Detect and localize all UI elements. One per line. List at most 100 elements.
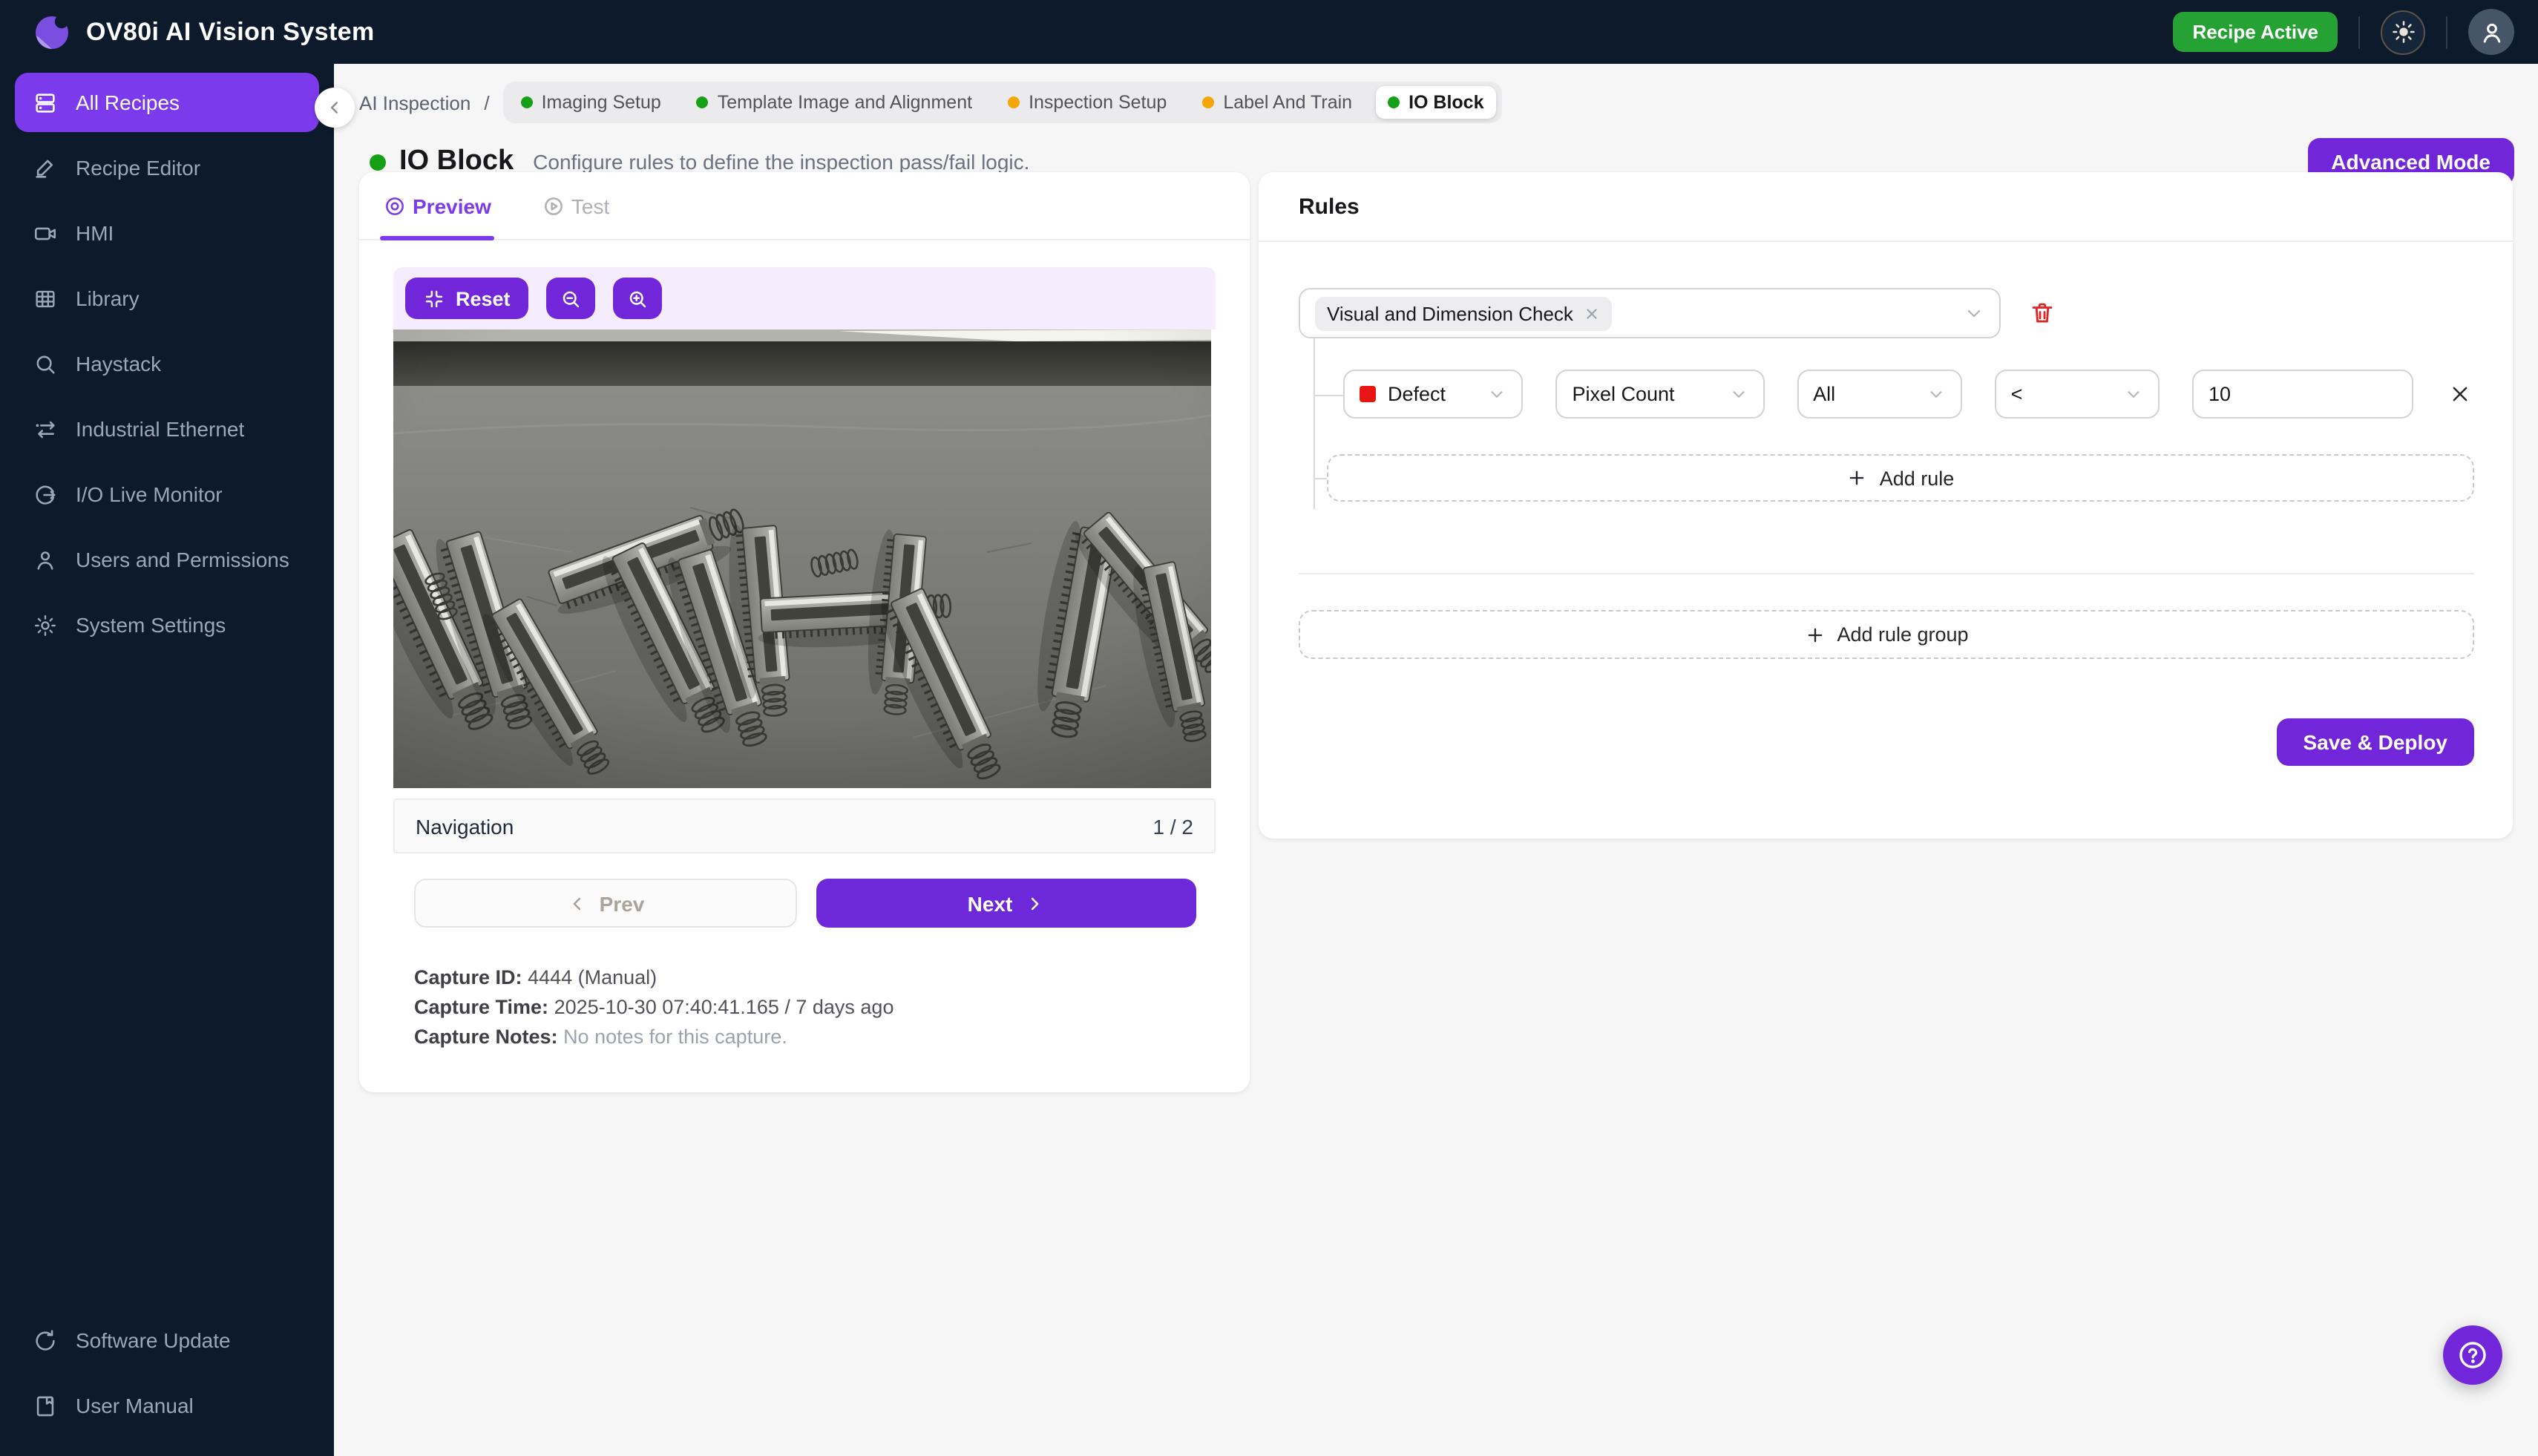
add-group-wrap: Add rule group [1299,610,2474,659]
delete-group-button[interactable] [2029,300,2056,327]
status-dot-orange [1008,96,1020,108]
capture-id-value: 4444 (Manual) [528,966,657,988]
next-label: Next [968,891,1013,915]
remove-rule-button[interactable] [2446,380,2474,408]
zoom-in-icon [626,287,649,309]
tab-label: Test [571,194,609,217]
preview-panel: Preview Test [359,172,1250,1092]
pager: Prev Next [414,879,1196,928]
rule-metric-select[interactable]: Pixel Count [1555,370,1764,419]
preview-scan-icon [383,194,407,217]
prev-label: Prev [600,891,645,915]
pencil-icon [33,155,58,180]
breadcrumb-root[interactable]: AI Inspection [359,91,470,114]
sidebar-item-software-update[interactable]: Software Update [15,1311,319,1370]
save-row: Save & Deploy [1299,718,2474,766]
search-icon [33,351,58,376]
capture-notes-value: No notes for this capture. [563,1026,787,1048]
defect-color-swatch [1360,386,1376,402]
chevron-down-icon [1927,384,1946,404]
sidebar-item-user-manual[interactable]: User Manual [15,1376,319,1435]
next-button[interactable]: Next [816,879,1196,928]
app-logo-icon [33,13,71,51]
breadcrumb-separator: / [484,91,489,114]
sidebar-item-hmi[interactable]: HMI [15,203,319,263]
rule-class-select[interactable]: Defect [1343,370,1523,419]
reset-view-button[interactable]: Reset [405,278,528,319]
sidebar-footer: Software Update User Manual [0,1302,334,1456]
sidebar: All Recipes Recipe Editor HMI [0,64,334,1456]
status-dot-green [697,96,709,108]
sun-icon [2390,19,2416,45]
sidebar-item-label: Recipe Editor [76,156,200,180]
capture-time-value: 2025-10-30 07:40:41.165 / 7 days ago [554,996,894,1018]
sidebar-item-haystack[interactable]: Haystack [15,334,319,393]
add-rule-button[interactable]: Add rule [1327,454,2474,502]
remove-tag-icon[interactable] [1584,305,1600,321]
tab-label: Preview [413,194,491,217]
breadcrumb: AI Inspection / Imaging Setup Template I… [334,64,2538,123]
person-icon [2478,19,2505,45]
sidebar-item-all-recipes[interactable]: All Recipes [15,73,319,132]
rule-operator-select[interactable]: < [1995,370,2160,419]
capture-notes-label: Capture Notes: [414,1026,558,1048]
rule-group-select[interactable]: Visual and Dimension Check [1299,288,2001,338]
tree-line [1314,338,1315,509]
page-indicator: 1 / 2 [1153,814,1194,838]
preview-canvas: Reset [393,267,1216,788]
sidebar-item-label: Industrial Ethernet [76,417,244,441]
rules-panel: Rules Visual and Dimension Check [1259,172,2513,839]
rules-body: Visual and Dimension Check [1259,242,2513,766]
capture-time-label: Capture Time: [414,996,548,1018]
add-rule-group-button[interactable]: Add rule group [1299,610,2474,659]
sidebar-item-io-live-monitor[interactable]: I/O Live Monitor [15,465,319,524]
step-imaging-setup[interactable]: Imaging Setup [509,86,673,119]
status-dot-green [1388,96,1400,108]
step-inspection-setup[interactable]: Inspection Setup [996,86,1178,119]
sidebar-item-industrial-ethernet[interactable]: Industrial Ethernet [15,399,319,459]
tab-test[interactable]: Test [542,172,609,239]
tree-line [1314,394,1343,396]
chevron-left-icon [325,98,344,117]
rule-group-row: Visual and Dimension Check [1299,288,2474,338]
fit-view-icon [423,287,445,309]
zoom-in-button[interactable] [613,278,662,319]
help-button[interactable] [2443,1325,2502,1385]
sidebar-collapse-button[interactable] [315,88,355,128]
navigation-strip: Navigation 1 / 2 [393,798,1216,853]
sidebar-item-label: I/O Live Monitor [76,482,223,506]
user-avatar-button[interactable] [2468,9,2514,55]
play-circle-icon [542,194,565,217]
sidebar-item-label: HMI [76,221,114,245]
step-io-block[interactable]: IO Block [1376,86,1495,119]
reset-label: Reset [456,287,511,309]
sidebar-item-users-permissions[interactable]: Users and Permissions [15,530,319,589]
rule-value-input[interactable] [2192,370,2413,419]
prev-button[interactable]: Prev [414,879,797,928]
rules-title: Rules [1259,172,2513,242]
sidebar-item-system-settings[interactable]: System Settings [15,595,319,655]
capture-info: Capture ID: 4444 (Manual) Capture Time: … [414,963,1216,1052]
sidebar-item-label: User Manual [76,1394,194,1417]
capture-image[interactable] [393,329,1211,788]
rule-scope-select[interactable]: All [1797,370,1961,419]
step-template-image-alignment[interactable]: Template Image and Alignment [685,86,984,119]
group-tag-label: Visual and Dimension Check [1327,302,1573,324]
save-deploy-button[interactable]: Save & Deploy [2276,718,2474,766]
sidebar-item-recipe-editor[interactable]: Recipe Editor [15,138,319,197]
capture-id-label: Capture ID: [414,966,522,988]
chevron-down-icon [1964,303,1984,324]
sidebar-item-label: Users and Permissions [76,548,289,571]
user-icon [33,547,58,572]
step-label-and-train[interactable]: Label And Train [1190,86,1364,119]
zoom-out-button[interactable] [546,278,595,319]
sidebar-item-library[interactable]: Library [15,269,319,328]
add-rule-group-label: Add rule group [1837,623,1968,646]
video-camera-icon [33,220,58,246]
sidebar-item-label: Library [76,286,140,310]
tab-preview[interactable]: Preview [383,172,491,239]
theme-toggle-button[interactable] [2381,10,2425,54]
step-label: IO Block [1409,92,1483,113]
step-label: Template Image and Alignment [718,92,972,113]
io-monitor-icon [33,482,58,507]
